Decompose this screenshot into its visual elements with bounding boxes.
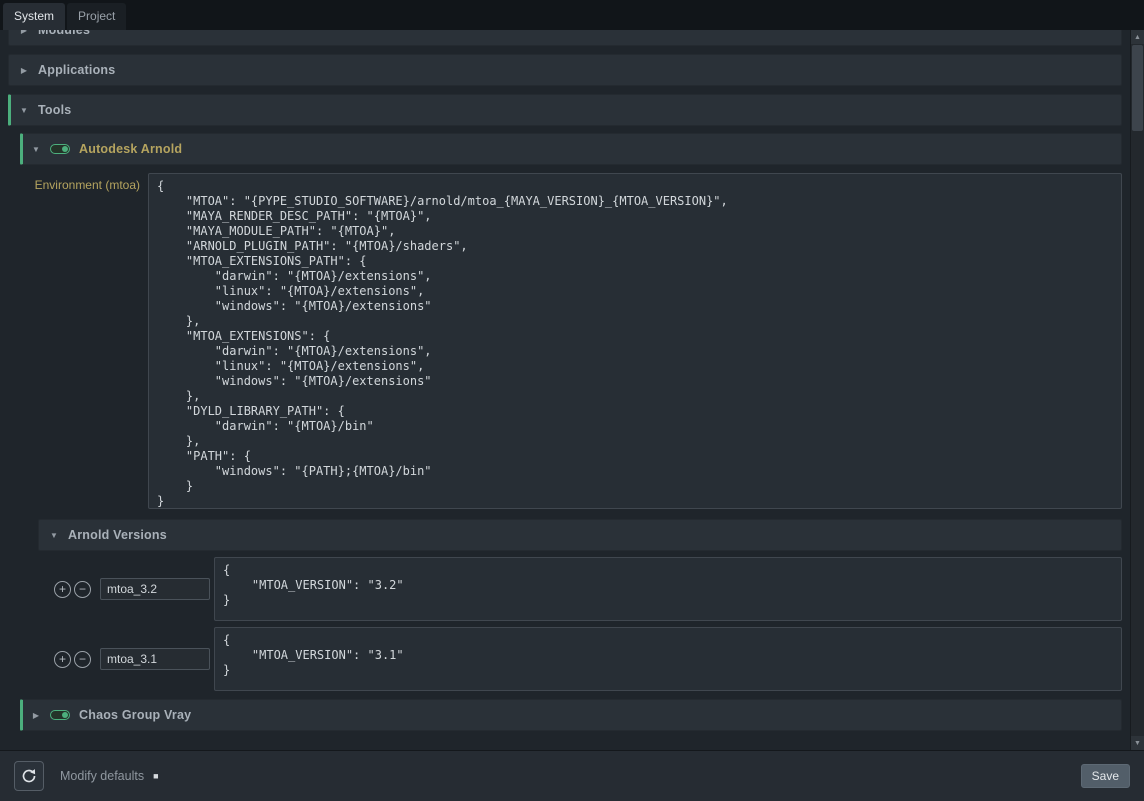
- version-row: + − { "MTOA_VERSION": "3.2" }: [38, 557, 1122, 621]
- scroll-down-button[interactable]: ▼: [1131, 736, 1144, 750]
- version-row-buttons: + −: [38, 651, 91, 668]
- chevron-right-icon: ▶: [19, 66, 29, 75]
- version-key-input[interactable]: [100, 648, 210, 670]
- chevron-down-icon: ▼: [19, 106, 29, 115]
- section-label-tools: Tools: [38, 103, 71, 117]
- footer-bar: Modify defaults ■ Save: [0, 750, 1144, 801]
- arnold-versions-section: ▼ Arnold Versions + − { "MTOA_VERSION": …: [38, 519, 1122, 691]
- section-header-applications[interactable]: ▶ Applications: [8, 54, 1122, 86]
- chevron-down-icon: ▼: [49, 531, 59, 540]
- arnold-enabled-toggle[interactable]: [50, 144, 70, 154]
- version-key-input[interactable]: [100, 578, 210, 600]
- add-version-button[interactable]: +: [54, 581, 71, 598]
- section-label-applications: Applications: [38, 63, 115, 77]
- chevron-right-icon: ▶: [19, 30, 29, 35]
- chevron-right-icon: ▶: [31, 711, 41, 720]
- environment-field-label: Environment (mtoa): [20, 173, 148, 509]
- tab-project[interactable]: Project: [67, 3, 126, 30]
- section-header-modules[interactable]: ▶ Modules: [8, 30, 1122, 46]
- settings-window: System Project ▶ Modules ▶ Applications …: [0, 0, 1144, 801]
- section-label-modules: Modules: [38, 30, 90, 37]
- section-header-tools[interactable]: ▼ Tools: [8, 94, 1122, 126]
- section-header-arnold-versions[interactable]: ▼ Arnold Versions: [38, 519, 1122, 551]
- refresh-button[interactable]: [14, 761, 44, 791]
- section-label-arnold-versions: Arnold Versions: [68, 528, 167, 542]
- tab-bar: System Project: [0, 0, 1144, 30]
- environment-field-row: Environment (mtoa) { "MTOA": "{PYPE_STUD…: [20, 173, 1122, 509]
- vertical-scrollbar: ▲ ▼: [1130, 30, 1144, 750]
- settings-scroll-area: ▶ Modules ▶ Applications ▼ Tools ▼ Autod…: [0, 30, 1144, 750]
- settings-content: ▶ Modules ▶ Applications ▼ Tools ▼ Autod…: [0, 30, 1130, 750]
- version-json-textarea[interactable]: { "MTOA_VERSION": "3.2" }: [214, 557, 1122, 621]
- scroll-up-button[interactable]: ▲: [1131, 30, 1144, 44]
- save-button[interactable]: Save: [1081, 764, 1130, 788]
- add-version-button[interactable]: +: [54, 651, 71, 668]
- chevron-down-icon: ▼: [31, 145, 41, 154]
- environment-json-textarea[interactable]: { "MTOA": "{PYPE_STUDIO_SOFTWARE}/arnold…: [148, 173, 1122, 509]
- tools-section-body: ▼ Autodesk Arnold Environment (mtoa) { "…: [20, 133, 1122, 731]
- version-row-buttons: + −: [38, 581, 91, 598]
- remove-version-button[interactable]: −: [74, 581, 91, 598]
- scrollbar-thumb[interactable]: [1132, 45, 1143, 131]
- group-label-chaos-group-vray: Chaos Group Vray: [79, 708, 191, 722]
- version-json-textarea[interactable]: { "MTOA_VERSION": "3.1" }: [214, 627, 1122, 691]
- vray-enabled-toggle[interactable]: [50, 710, 70, 720]
- group-header-autodesk-arnold[interactable]: ▼ Autodesk Arnold: [20, 133, 1122, 165]
- group-label-autodesk-arnold: Autodesk Arnold: [79, 142, 182, 156]
- refresh-icon: [21, 768, 37, 784]
- group-header-chaos-group-vray[interactable]: ▶ Chaos Group Vray: [20, 699, 1122, 731]
- tab-system[interactable]: System: [3, 3, 65, 30]
- modify-defaults-checkbox[interactable]: ■: [153, 772, 158, 781]
- modify-defaults-label: Modify defaults: [60, 769, 144, 783]
- remove-version-button[interactable]: −: [74, 651, 91, 668]
- version-row: + − { "MTOA_VERSION": "3.1" }: [38, 627, 1122, 691]
